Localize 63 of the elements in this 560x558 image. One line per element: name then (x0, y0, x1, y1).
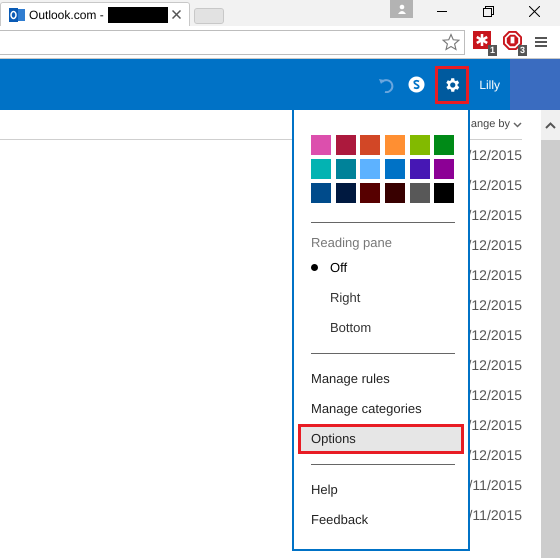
theme-swatch[interactable] (311, 159, 331, 179)
stop-sign-extension-icon[interactable] (503, 31, 522, 50)
radio-option[interactable]: Bottom (311, 312, 451, 342)
date-text: /11/2015 (468, 476, 522, 495)
minimize-icon[interactable] (437, 11, 447, 13)
date-text: /12/2015 (468, 296, 522, 315)
date-text: /12/2015 (468, 446, 522, 465)
date-text: /12/2015 (468, 416, 522, 435)
theme-swatch[interactable] (336, 159, 356, 179)
menu-icon[interactable] (535, 36, 547, 48)
theme-swatch[interactable] (384, 159, 405, 179)
theme-swatch[interactable] (360, 183, 380, 203)
date-text: /12/2015 (468, 356, 522, 375)
settings-button[interactable] (435, 66, 470, 104)
restore-icon[interactable] (483, 6, 494, 17)
star-icon[interactable] (442, 33, 460, 51)
scrollbar[interactable] (541, 110, 560, 558)
date-text: /12/2015 (468, 266, 522, 285)
theme-swatch[interactable] (311, 183, 331, 203)
sort-label[interactable]: ange by (470, 116, 510, 133)
date-text: /12/2015 (468, 146, 522, 165)
user-name[interactable]: Lilly (479, 76, 500, 94)
section-title: Reading pane (311, 234, 393, 252)
badge: 1 (488, 45, 497, 56)
menu-item[interactable]: Manage categories (311, 394, 451, 424)
theme-swatch[interactable] (384, 183, 405, 203)
address-field[interactable] (0, 30, 465, 54)
scroll-up-icon[interactable] (545, 122, 556, 128)
browser-tab[interactable]: Outlook.com - (0, 2, 190, 26)
theme-swatch[interactable] (410, 183, 430, 203)
theme-swatch[interactable] (336, 135, 356, 155)
radio-option[interactable]: Right (311, 282, 451, 312)
theme-swatch[interactable] (360, 135, 380, 155)
menu-item[interactable]: Options (298, 424, 464, 454)
date-text: /12/2015 (468, 236, 522, 255)
theme-swatch[interactable] (434, 135, 454, 155)
menu-item[interactable]: Manage rules (311, 364, 451, 394)
theme-swatch[interactable] (434, 159, 454, 179)
date-text: /12/2015 (468, 386, 522, 405)
mail-app-icon (9, 8, 25, 22)
date-text: /12/2015 (468, 206, 522, 225)
close-icon[interactable] (172, 10, 181, 19)
theme-swatch[interactable] (410, 135, 430, 155)
chevron-down-icon[interactable] (513, 122, 522, 128)
theme-swatch[interactable] (360, 159, 380, 179)
radio-option[interactable]: Off (311, 252, 451, 282)
badge: 3 (518, 45, 527, 56)
theme-swatch[interactable] (410, 159, 430, 179)
theme-swatch[interactable] (311, 135, 331, 155)
photo-placeholder (510, 59, 560, 110)
date-text: /11/2015 (468, 506, 522, 525)
skype-icon[interactable] (408, 76, 426, 93)
redacted-block (108, 6, 168, 22)
menu-item[interactable]: Feedback (311, 504, 451, 534)
theme-swatch[interactable] (384, 135, 405, 155)
date-text: /12/2015 (468, 326, 522, 345)
asterisk-extension-icon[interactable] (473, 31, 491, 49)
date-text: /12/2015 (468, 176, 522, 195)
menu-item[interactable]: Help (311, 474, 451, 504)
tab-title: Outlook.com - (29, 6, 104, 24)
theme-swatch[interactable] (434, 183, 454, 203)
theme-swatch[interactable] (336, 183, 356, 203)
close-icon[interactable] (529, 6, 540, 17)
